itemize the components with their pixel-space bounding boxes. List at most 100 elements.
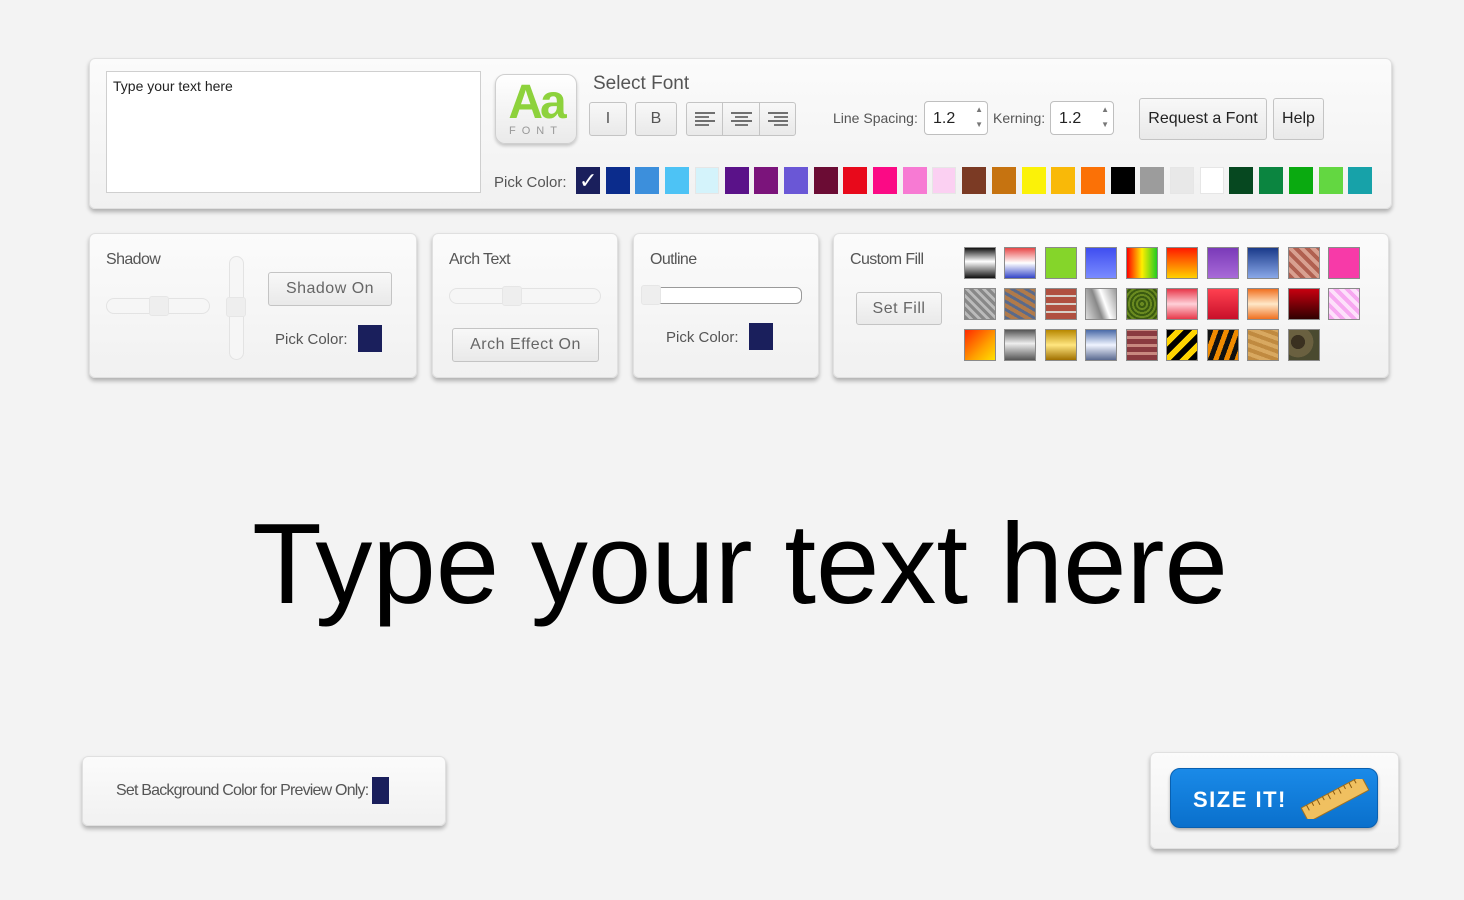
- line-spacing-stepper[interactable]: 1.2 ▲ ▼: [924, 101, 988, 135]
- outline-title: Outline: [650, 251, 697, 268]
- fill-swatch[interactable]: [964, 288, 996, 320]
- set-fill-button[interactable]: Set Fill: [856, 292, 942, 325]
- kerning-stepper[interactable]: 1.2 ▲ ▼: [1050, 101, 1114, 135]
- color-swatch[interactable]: [843, 167, 868, 194]
- kerning-value: 1.2: [1059, 110, 1082, 127]
- fill-swatch[interactable]: [1085, 288, 1117, 320]
- background-color-label: Set Background Color for Preview Only:: [116, 782, 369, 799]
- color-swatch[interactable]: [694, 167, 719, 194]
- color-swatch[interactable]: [1259, 167, 1284, 194]
- fill-swatch[interactable]: [964, 329, 996, 361]
- color-swatch[interactable]: [902, 167, 927, 194]
- fill-swatch[interactable]: [1288, 247, 1320, 279]
- color-swatch[interactable]: [1051, 167, 1076, 194]
- fill-swatch[interactable]: [964, 247, 996, 279]
- fill-swatch[interactable]: [1247, 329, 1279, 361]
- slider-handle[interactable]: [226, 297, 246, 317]
- color-swatch[interactable]: [1318, 167, 1343, 194]
- stepper-down-icon[interactable]: ▼: [975, 120, 983, 129]
- color-swatch[interactable]: [1170, 167, 1194, 194]
- color-swatch[interactable]: [783, 167, 808, 194]
- fill-swatch[interactable]: [1126, 329, 1158, 361]
- color-swatch[interactable]: [1080, 167, 1105, 194]
- align-left-button[interactable]: [687, 103, 723, 135]
- fill-swatch[interactable]: [1247, 288, 1279, 320]
- italic-button[interactable]: I: [589, 102, 627, 136]
- align-left-icon: [695, 112, 715, 126]
- color-swatch[interactable]: [724, 167, 749, 194]
- color-swatch[interactable]: [1348, 167, 1373, 194]
- background-color-swatch[interactable]: [372, 777, 389, 804]
- fill-swatch[interactable]: [1004, 247, 1036, 279]
- bold-button[interactable]: B: [635, 102, 677, 136]
- slider-handle[interactable]: [502, 286, 522, 306]
- fill-swatch[interactable]: [1085, 329, 1117, 361]
- preview-text: Type your text here: [252, 501, 1228, 628]
- ruler-icon: [1300, 779, 1370, 819]
- color-swatch-selected[interactable]: ✓: [576, 167, 600, 194]
- fill-swatch[interactable]: [1328, 247, 1360, 279]
- color-swatch[interactable]: [873, 167, 897, 194]
- kerning-label: Kerning:: [993, 110, 1046, 126]
- slider-handle[interactable]: [641, 285, 661, 305]
- select-font-label[interactable]: Select Font: [593, 73, 689, 95]
- arch-effect-on-button[interactable]: Arch Effect On: [452, 328, 599, 362]
- stepper-down-icon[interactable]: ▼: [1101, 120, 1109, 129]
- fill-swatch[interactable]: [1085, 247, 1117, 279]
- custom-fill-title: Custom Fill: [850, 251, 924, 268]
- color-swatch[interactable]: [1199, 167, 1224, 194]
- fill-swatch[interactable]: [1045, 288, 1077, 320]
- text-input[interactable]: Type your text here: [106, 71, 481, 193]
- stepper-up-icon[interactable]: ▲: [975, 105, 983, 114]
- fill-swatch[interactable]: [1166, 329, 1198, 361]
- arch-text-title: Arch Text: [449, 251, 511, 268]
- fill-swatch[interactable]: [1126, 288, 1158, 320]
- fill-swatch[interactable]: [1004, 288, 1036, 320]
- arch-slider[interactable]: [449, 288, 601, 304]
- fill-swatch[interactable]: [1045, 329, 1077, 361]
- fill-swatch[interactable]: [1288, 329, 1320, 361]
- color-swatch[interactable]: [1110, 167, 1135, 194]
- color-swatch[interactable]: [1229, 167, 1254, 194]
- color-swatch[interactable]: [1021, 167, 1046, 194]
- outline-color-swatch[interactable]: [749, 323, 773, 350]
- color-swatch[interactable]: [665, 167, 690, 194]
- fill-swatch[interactable]: [1207, 329, 1239, 361]
- help-button[interactable]: Help: [1273, 98, 1324, 140]
- pick-color-label: Pick Color:: [494, 174, 567, 191]
- line-spacing-label: Line Spacing:: [833, 110, 918, 126]
- fill-swatch[interactable]: [1004, 329, 1036, 361]
- fill-swatch[interactable]: [1166, 247, 1198, 279]
- font-logo-button[interactable]: Aa FONT: [495, 74, 577, 144]
- fill-swatch[interactable]: [1328, 288, 1360, 320]
- color-swatch[interactable]: [962, 167, 987, 194]
- request-font-button[interactable]: Request a Font: [1139, 98, 1267, 140]
- color-swatch[interactable]: [605, 167, 630, 194]
- size-it-button[interactable]: SIZE IT!: [1170, 768, 1378, 828]
- color-swatch[interactable]: [754, 167, 779, 194]
- shadow-pick-color-label: Pick Color:: [275, 331, 348, 348]
- shadow-on-button[interactable]: Shadow On: [268, 272, 392, 306]
- font-logo-subtext: FONT: [509, 125, 563, 137]
- color-swatch[interactable]: [1288, 167, 1313, 194]
- slider-handle[interactable]: [149, 296, 169, 316]
- fill-swatch[interactable]: [1166, 288, 1198, 320]
- fill-swatch[interactable]: [1207, 247, 1239, 279]
- color-swatch[interactable]: [1140, 167, 1165, 194]
- color-swatch[interactable]: [813, 167, 838, 194]
- fill-swatch[interactable]: [1126, 247, 1158, 279]
- outline-pick-color-label: Pick Color:: [666, 329, 739, 346]
- color-swatch[interactable]: [991, 167, 1016, 194]
- align-center-button[interactable]: [723, 103, 760, 135]
- shadow-color-swatch[interactable]: [358, 325, 382, 352]
- font-logo-letters: Aa: [508, 76, 566, 129]
- fill-swatch[interactable]: [1247, 247, 1279, 279]
- color-swatch[interactable]: [635, 167, 660, 194]
- fill-swatch[interactable]: [1288, 288, 1320, 320]
- align-right-button[interactable]: [760, 103, 796, 135]
- fill-swatch[interactable]: [1045, 247, 1077, 279]
- outline-slider[interactable]: [642, 287, 802, 304]
- fill-swatch[interactable]: [1207, 288, 1239, 320]
- color-swatch[interactable]: [932, 167, 957, 194]
- stepper-up-icon[interactable]: ▲: [1101, 105, 1109, 114]
